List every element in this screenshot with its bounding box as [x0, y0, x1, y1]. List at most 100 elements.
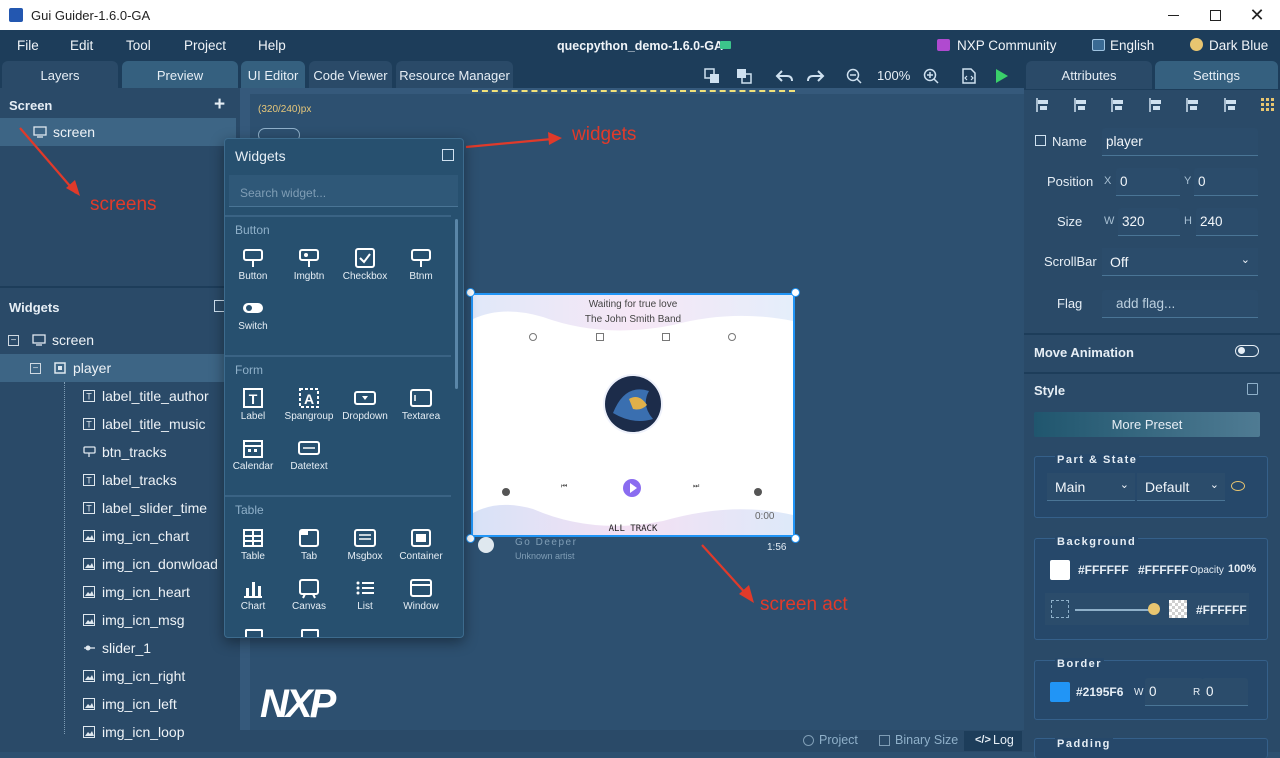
flag-input[interactable]: add flag... [1102, 290, 1258, 318]
tab-icon [297, 527, 321, 549]
eye-icon[interactable] [1231, 481, 1245, 491]
widget-datetext[interactable]: Datetext [281, 437, 337, 472]
chart-icon[interactable] [596, 333, 604, 341]
widget-imgbtn[interactable]: Imgbtn [281, 247, 337, 282]
align-right-icon[interactable] [1111, 98, 1125, 112]
prev-icon[interactable]: ⏮ [561, 483, 571, 493]
binary-size-icon [879, 735, 890, 746]
align-bottom-icon[interactable] [1223, 98, 1238, 112]
align-left-icon[interactable] [1036, 98, 1050, 112]
border-color-swatch[interactable] [1050, 682, 1070, 702]
bg-color-swatch[interactable] [1050, 560, 1070, 580]
widget-tab[interactable]: Tab [281, 527, 337, 562]
x-input[interactable]: 0 [1116, 168, 1180, 196]
category-table[interactable]: Table [225, 495, 451, 517]
state-value: Default [1145, 479, 1190, 495]
bg-img-color-value[interactable]: #FFFFFF [1196, 603, 1247, 617]
resize-handle[interactable] [791, 534, 800, 543]
part-dropdown[interactable]: Main ⌄ [1047, 473, 1135, 501]
resize-handle[interactable] [791, 288, 800, 297]
widget-canvas[interactable]: Canvas [281, 577, 337, 612]
border-color-value[interactable]: #2195F6 [1076, 685, 1123, 699]
widget-label: Button [238, 271, 268, 282]
loop-icon[interactable] [502, 488, 510, 496]
transparent-swatch[interactable] [1169, 600, 1187, 618]
height-input[interactable]: 240 [1196, 208, 1258, 236]
name-checkbox[interactable] [1035, 135, 1046, 146]
save-style-icon[interactable] [1247, 383, 1258, 395]
category-form[interactable]: Form [225, 355, 451, 377]
next-icon[interactable]: ⏭ [693, 483, 703, 493]
width-input[interactable]: 320 [1118, 208, 1180, 236]
bg-opacity-slider[interactable] [1075, 609, 1159, 611]
label-icon: T [241, 387, 265, 409]
widget-window[interactable]: Window [393, 577, 449, 612]
widget-textarea[interactable]: Textarea [393, 387, 449, 422]
log-status[interactable]: Log [993, 733, 1014, 747]
scrollbar-label: ScrollBar [1044, 254, 1097, 269]
slider-thumb[interactable] [1148, 603, 1160, 615]
widget-table[interactable]: Table [225, 527, 281, 562]
widget-btnm[interactable]: Btnm [393, 247, 449, 282]
move-animation-toggle[interactable] [1235, 345, 1259, 357]
widget-button[interactable]: Button [225, 247, 281, 282]
widget-calendar[interactable]: Calendar [225, 437, 281, 472]
widget-container[interactable]: Container [393, 527, 449, 562]
resize-handle[interactable] [466, 534, 475, 543]
shuffle-icon[interactable] [754, 488, 762, 496]
textarea-icon [409, 387, 433, 409]
category-button[interactable]: Button [225, 215, 451, 237]
widget-chart[interactable]: Chart [225, 577, 281, 612]
widget-switch[interactable]: Switch [225, 297, 281, 332]
switch-icon [241, 297, 265, 319]
flag-label: Flag [1057, 296, 1083, 311]
widget-label[interactable]: T Label [225, 387, 281, 422]
popout-icon[interactable] [442, 149, 454, 161]
screen-preview[interactable]: Waiting for true love The John Smith Ban… [471, 293, 795, 537]
btnm-icon [409, 247, 433, 269]
state-dropdown[interactable]: Default ⌄ [1137, 473, 1225, 501]
widget-label: Label [240, 411, 266, 422]
all-track-button[interactable]: ALL TRACK [473, 524, 793, 534]
border-radius-input[interactable]: 0 [1202, 678, 1248, 706]
datetext-icon [297, 437, 321, 459]
y-input[interactable]: 0 [1194, 168, 1258, 196]
project-icon [803, 735, 814, 746]
scrollbar-dropdown[interactable]: Off ⌄ [1102, 248, 1258, 276]
download-icon[interactable] [662, 333, 670, 341]
grid-icon[interactable] [1261, 98, 1275, 112]
part-state-title: Part & State [1055, 454, 1140, 466]
part-state-section: Part & State Main ⌄ Default ⌄ [1034, 454, 1268, 518]
slider-time-label: 0:00 [755, 511, 775, 522]
widget-list[interactable]: List [337, 577, 393, 612]
binary-size-status[interactable]: Binary Size [895, 733, 958, 747]
widget-spangroup[interactable]: A Spangroup [281, 387, 337, 422]
opacity-value[interactable]: 100% [1228, 563, 1256, 575]
bg-grad-color-value[interactable]: #FFFFFF [1138, 563, 1189, 577]
bg-color-value[interactable]: #FFFFFF [1078, 563, 1129, 577]
widget-msgbox[interactable]: Msgbox [337, 527, 393, 562]
name-input[interactable]: player [1102, 128, 1258, 156]
more-preset-button[interactable]: More Preset [1034, 412, 1260, 437]
calendar-icon [241, 437, 265, 459]
align-center-h-icon[interactable] [1073, 98, 1088, 112]
align-top-icon[interactable] [1148, 98, 1163, 112]
message-icon[interactable] [728, 333, 736, 341]
widget-checkbox[interactable]: Checkbox [337, 247, 393, 282]
button-icon [241, 247, 265, 269]
artist-label: Unknown artist [515, 551, 575, 561]
align-center-v-icon[interactable] [1186, 98, 1200, 112]
widget-dropdown[interactable]: Dropdown [337, 387, 393, 422]
padding-section: Padding [1034, 738, 1268, 758]
partial-widget-icon [245, 629, 263, 637]
dropdown-icon [353, 387, 377, 409]
annotation-widgets: widgets [572, 124, 637, 145]
bg-image-icon[interactable] [1051, 600, 1069, 618]
project-status[interactable]: Project [819, 733, 858, 747]
search-widget-input[interactable]: Search widget... [229, 175, 458, 207]
heart-icon[interactable] [529, 333, 537, 341]
scrollbar[interactable] [455, 219, 458, 389]
resize-handle[interactable] [466, 288, 475, 297]
scrollbar-value: Off [1110, 254, 1129, 270]
border-section: Border #2195F6 W 0 R 0 [1034, 658, 1268, 720]
